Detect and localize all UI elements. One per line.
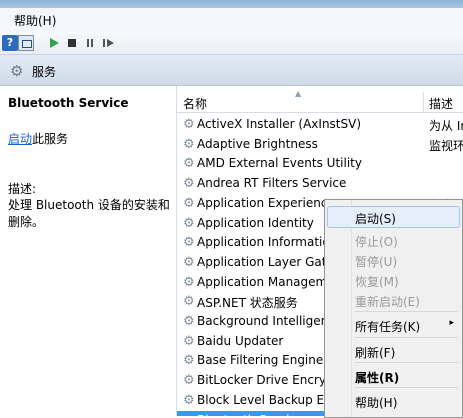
context-menu-item-label: 刷新(F) [355,346,396,360]
menu-help[interactable]: 帮助(H) [14,12,56,29]
service-gear-icon: ⚙ [183,136,195,152]
page-title: 服务 [32,65,57,79]
context-menu-item[interactable]: 停止(O) [327,229,460,251]
context-menu-item[interactable]: 帮助(H) [327,390,460,412]
service-row[interactable]: ⚙ Andrea RT Filters Service [177,174,463,193]
start-service-icon[interactable] [46,35,62,51]
stop-service-icon[interactable] [64,35,80,51]
sort-ascending-icon: ▲ [295,89,302,98]
extended-details-pane: Bluetooth Service 启动此服务 描述: 处理 Bluetooth… [0,86,176,416]
menu-separator [355,311,458,312]
column-header-row: ▲ 名称 描述 [177,89,463,113]
restart-service-icon[interactable] [100,35,116,51]
service-row[interactable]: ⚙ActiveX Installer (AxInstSV) 为从 In [177,115,463,134]
context-menu-item[interactable]: 属性(R) [327,365,460,387]
context-menu-item-label: 暂停(U) [355,255,398,269]
service-gear-icon: ⚙ [183,294,195,310]
service-gear-icon: ⚙ [183,235,195,251]
service-title: Bluetooth Service [8,96,129,110]
service-gear-icon: ⚙ [183,176,195,192]
service-gear-icon: ⚙ [183,117,195,132]
context-menu-item-label: 停止(O) [355,235,398,249]
service-name: AMD External Events Utility [197,156,362,171]
description-text: 处理 Bluetooth 设备的安装和删除。 [8,198,170,229]
context-menu-item-label: 所有任务(K) [355,320,421,334]
show-hide-console-tree-icon[interactable] [18,35,34,51]
service-gear-icon: ⚙ [183,254,195,270]
menu-bar: 帮助(H) [0,8,463,33]
services-gear-icon: ⚙ [10,62,24,80]
description-label: 描述: [8,182,37,196]
start-service-line: 启动此服务 [8,130,68,147]
context-menu-item[interactable]: 所有任务(K) ▸ [327,314,460,336]
menu-separator [355,362,458,363]
service-row[interactable]: ⚙ Adaptive Brightness 监视环 [177,135,463,154]
service-row[interactable]: ⚙ AMD External Events Utility [177,154,463,173]
service-gear-icon: ⚙ [183,373,195,389]
column-header-description[interactable]: 描述 [429,95,453,112]
start-service-link[interactable]: 启动 [8,132,32,146]
service-gear-icon: ⚙ [183,392,195,408]
service-gear-icon: ⚙ [183,333,195,349]
column-header-name[interactable]: 名称 [183,95,207,112]
context-menu-item[interactable]: 重新启动(E) [327,289,460,311]
menu-separator [355,387,458,388]
service-gear-icon: ⚙ [183,413,195,417]
service-gear-icon: ⚙ [183,353,195,369]
service-gear-icon: ⚙ [183,215,195,231]
window-titlebar [0,0,463,8]
service-name: Andrea RT Filters Service [197,176,347,191]
service-description: 为从 In [429,119,463,133]
context-menu: 启动(S) 停止(O) 暂停(U) 恢复(M) 重新启动(E) 所有任务(K) ▸ 刷新(F)… [324,199,463,418]
service-gear-icon: ⚙ [183,274,195,290]
column-divider[interactable] [423,92,424,112]
context-menu-item-label: 帮助(H) [355,396,398,410]
service-gear-icon: ⚙ [183,156,195,172]
context-menu-item[interactable]: 暂停(U) [327,249,460,271]
context-menu-item-label: 启动(S) [355,212,396,226]
help-icon[interactable]: ? [2,35,18,51]
context-menu-item-label: 恢复(M) [355,275,399,289]
service-gear-icon: ⚙ [183,314,195,329]
context-menu-item[interactable]: 启动(S) [327,206,460,228]
context-menu-item-label: 属性(R) [355,371,400,385]
pause-service-icon[interactable] [82,35,98,51]
services-header: ⚙ 服务 [0,55,463,86]
service-name: Adaptive Brightness [197,136,318,151]
context-menu-item[interactable]: 刷新(F) [327,340,460,362]
toolbar: ? [0,32,463,55]
service-name: ActiveX Installer (AxInstSV) [197,117,362,131]
start-service-suffix: 此服务 [32,132,69,146]
menu-separator [355,337,458,338]
context-menu-item[interactable]: 恢复(M) [327,269,460,291]
service-gear-icon: ⚙ [183,195,195,211]
service-description: 监视环 [429,138,463,153]
submenu-arrow-icon: ▸ [449,318,454,328]
context-menu-item-label: 重新启动(E) [355,295,420,309]
